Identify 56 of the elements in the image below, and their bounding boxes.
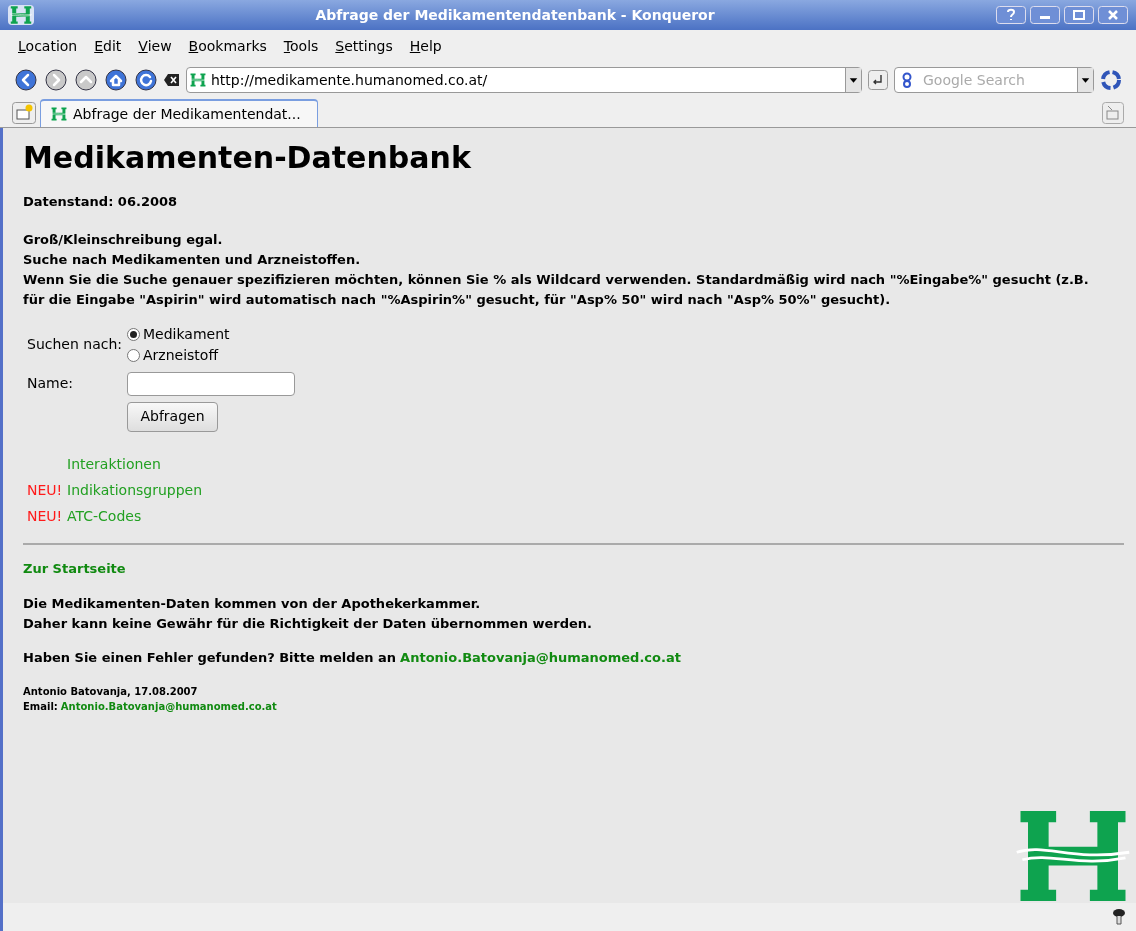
email-label: Email: (23, 699, 58, 714)
reload-icon[interactable] (134, 68, 158, 92)
tab-label: Abfrage der Medikamentendat... (73, 104, 301, 124)
email-link[interactable]: Antonio.Batovanja@humanomed.co.at (400, 648, 681, 668)
konqueror-icon[interactable] (1100, 69, 1122, 91)
name-label: Name: (27, 374, 75, 393)
data-status: Datenstand: 06.2008 (23, 193, 179, 211)
radio-button[interactable] (127, 327, 140, 341)
instruction-text: Wenn Sie die Suche genauer spezifizieren möchten, können Sie % als Wildcard verwenden. Standardmäßig wird nach "%Eingabe%" gesucht (z.B. für die Eingabe "Aspirin" wird automatisch nach "%Aspirin%" gesucht, für "Asp% 50" wird nach "Asp% 50%" gesucht). (23, 270, 1090, 309)
back-icon[interactable] (14, 68, 38, 92)
home-link[interactable]: Zur Startseite (23, 558, 1124, 578)
security-icon (1112, 908, 1126, 926)
menu-item[interactable]: Tools (283, 35, 319, 57)
minimize-button[interactable] (1030, 6, 1060, 24)
menu-item[interactable]: Help (409, 35, 442, 57)
email-link[interactable]: Antonio.Batovanja@humanomed.co.at (60, 698, 277, 714)
new-tab-icon[interactable] (12, 102, 36, 124)
browser-tab[interactable]: Abfrage der Medikamentendat... (40, 99, 318, 127)
name-input[interactable] (127, 371, 295, 396)
instruction-text: Suche nach Medikamenten und Arzneistoffen. (23, 250, 362, 269)
menu-item[interactable]: View (138, 35, 172, 57)
home-icon[interactable] (104, 68, 128, 92)
logo-icon (1016, 811, 1130, 901)
window-title: Abfrage der Medikamentendatenbank - Konqueror (314, 5, 716, 25)
menu-item[interactable]: Settings (335, 35, 393, 57)
page-heading: Medikamenten-Datenbank (23, 140, 472, 176)
menu-item[interactable]: Location (18, 35, 78, 57)
disclaimer-text: Daher kann keine Gewähr für die Richtigkeit der Daten übernommen werden. (23, 615, 593, 633)
new-label: NEU! (27, 507, 63, 524)
disclaimer-text: Die Medikamenten-Daten kommen von der Apothekerkammer. (23, 595, 482, 613)
author-text: Antonio Batovanja, 17.08.2007 (23, 684, 199, 699)
maximize-button[interactable] (1064, 6, 1094, 24)
query-button[interactable]: Abfragen (127, 401, 218, 432)
radio-label: Arzneistoff (143, 345, 219, 365)
up-icon[interactable] (74, 68, 98, 92)
menu-item[interactable]: Bookmarks (188, 35, 267, 57)
close-button[interactable] (1098, 6, 1128, 24)
site-icon (190, 72, 206, 88)
instruction-text: Groß/Kleinschreibung egal. (23, 230, 224, 249)
go-icon[interactable] (868, 70, 888, 90)
new-label: NEU! (27, 481, 63, 498)
search-placeholder: Google Search (923, 70, 1026, 90)
help-button[interactable] (996, 6, 1026, 24)
dropdown-icon[interactable] (845, 68, 861, 92)
radio-label: Medikament (143, 324, 230, 344)
url-text: http://medikamente.humanomed.co.at/ (211, 70, 489, 90)
site-icon (51, 106, 67, 122)
search-by-label: Suchen nach: (27, 335, 123, 354)
report-text: Haben Sie einen Fehler gefunden? Bitte melden an (23, 649, 397, 667)
dropdown-icon[interactable] (1077, 68, 1093, 92)
address-field[interactable]: http://medikamente.humanomed.co.at/ (186, 67, 862, 93)
clear-icon[interactable] (164, 73, 180, 87)
radio-button[interactable] (127, 348, 140, 362)
forward-icon[interactable] (44, 68, 68, 92)
menu-item[interactable]: Edit (94, 35, 122, 57)
app-icon (8, 5, 34, 25)
